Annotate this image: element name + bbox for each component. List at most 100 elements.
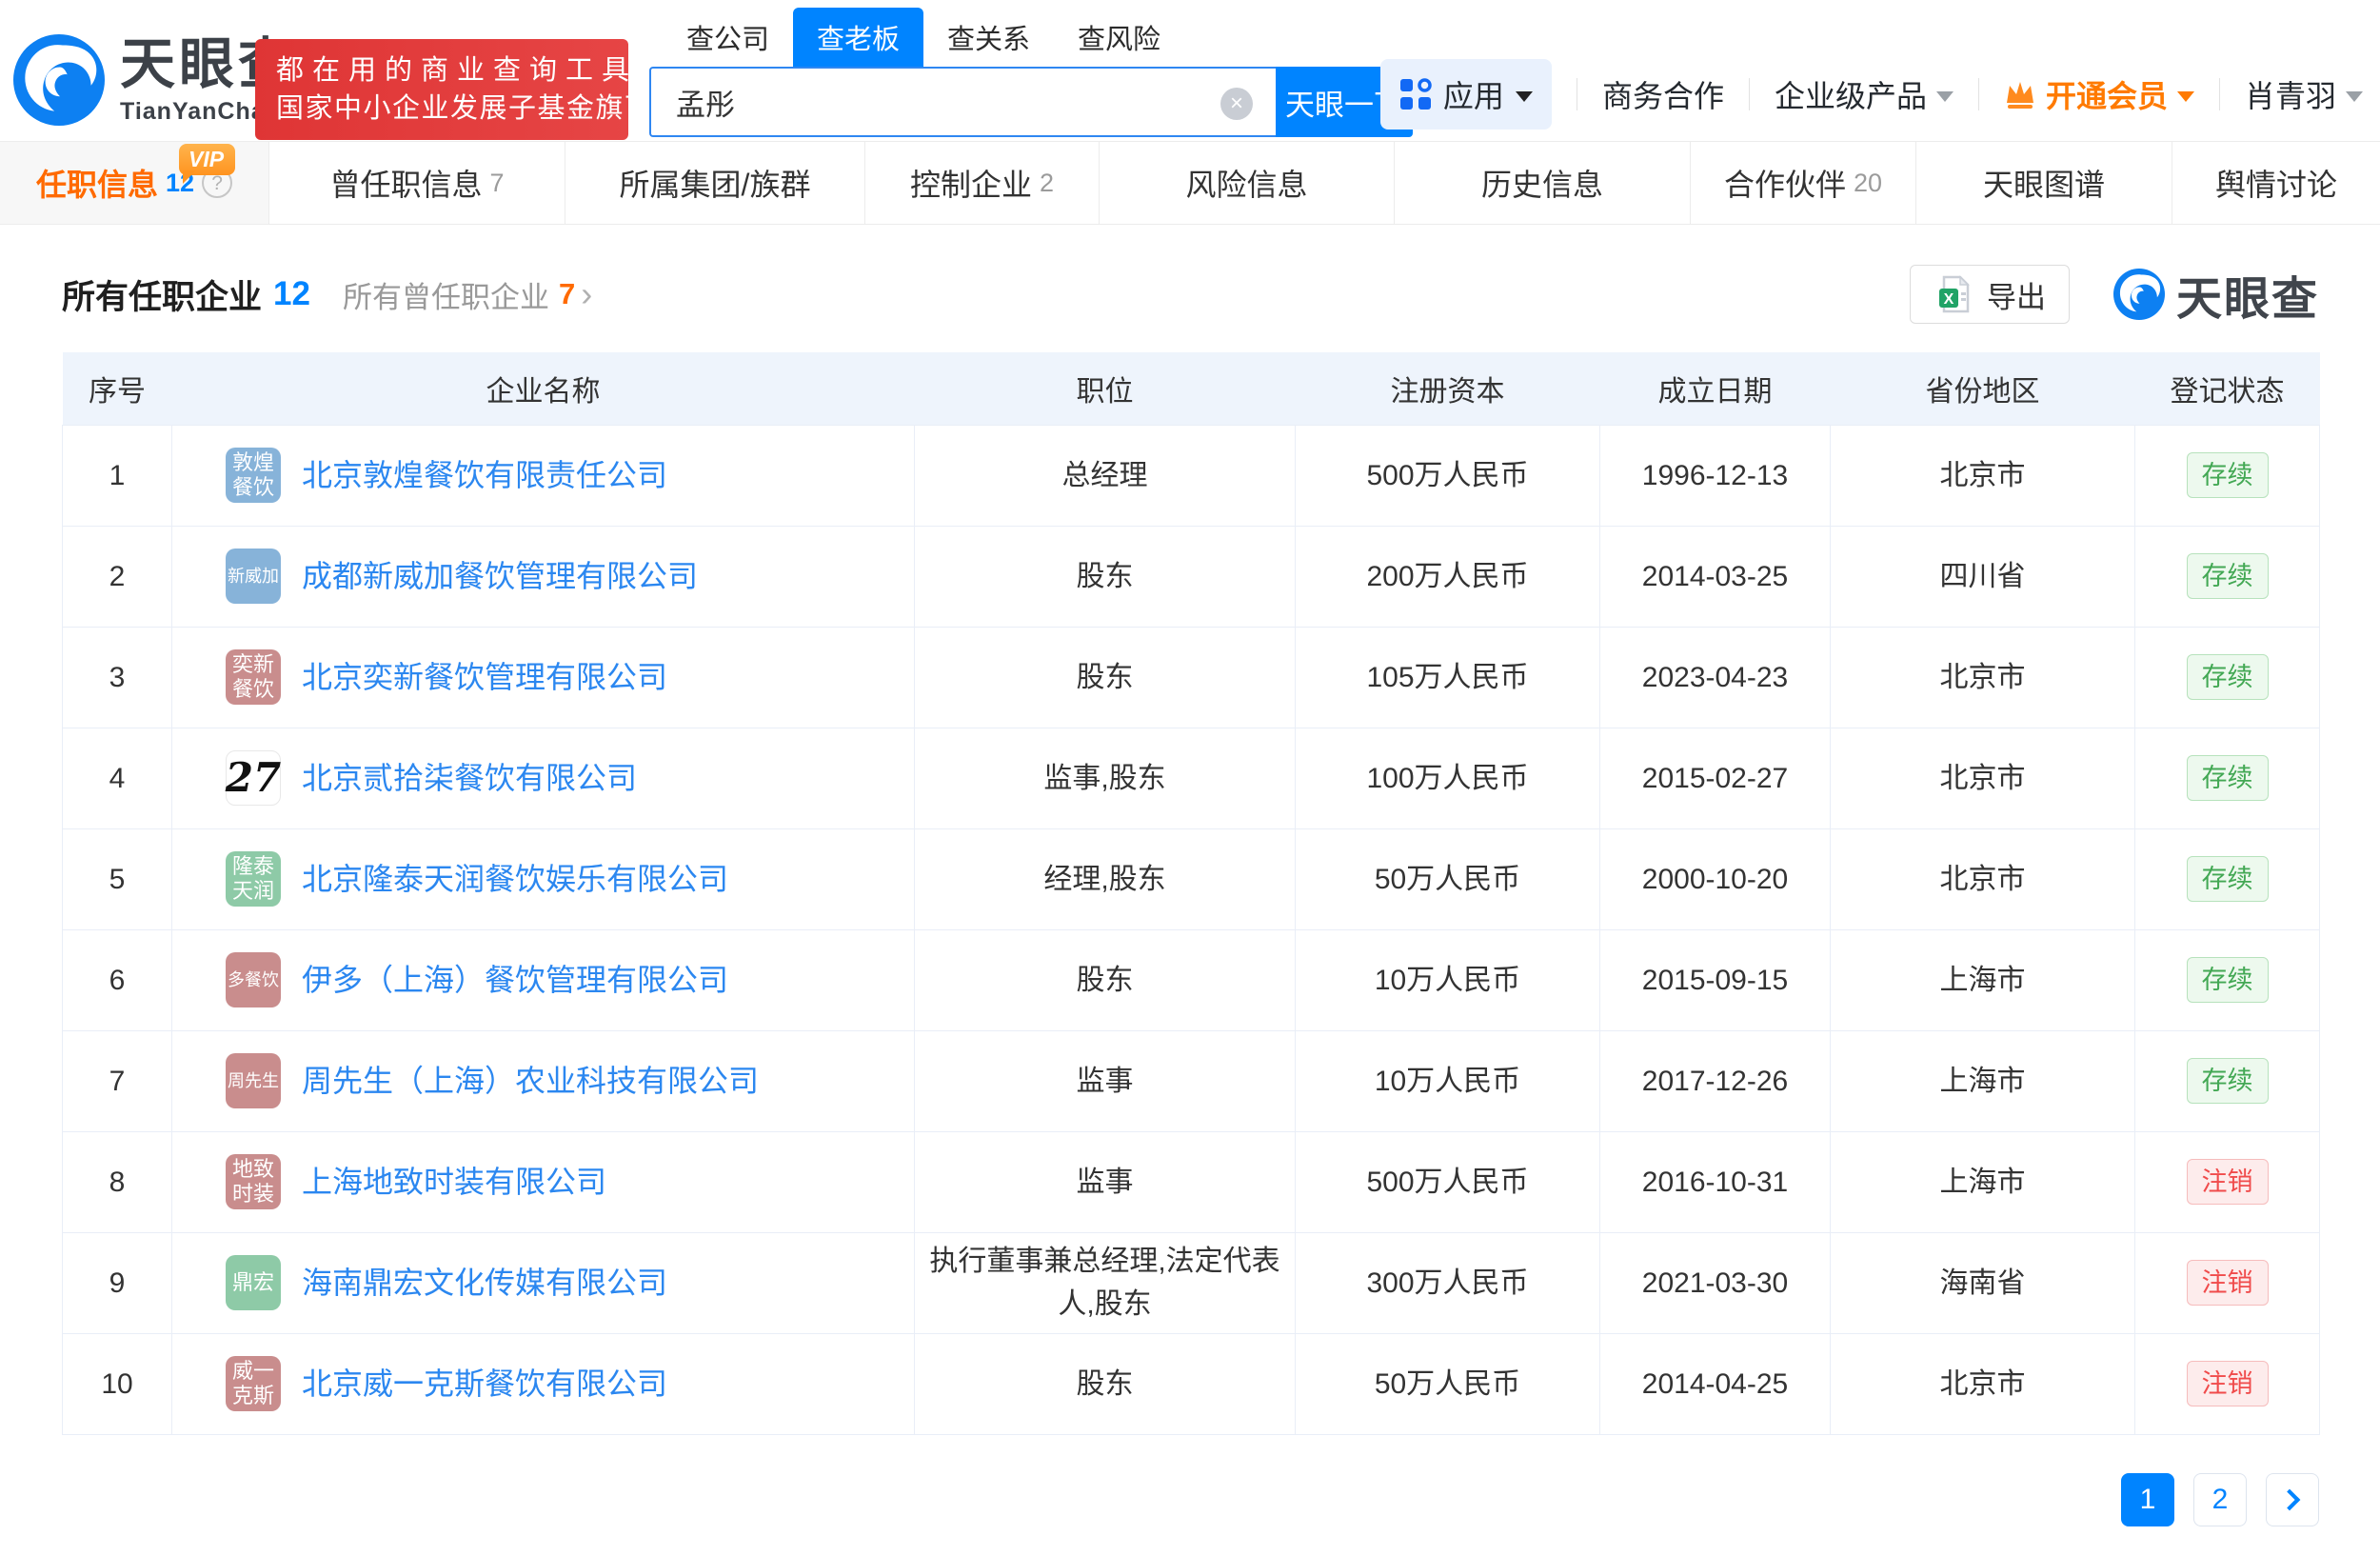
cell-status: 注销 — [2134, 1332, 2320, 1435]
page-button-1[interactable]: 1 — [2121, 1472, 2174, 1526]
company-link[interactable]: 成都新威加餐饮管理有限公司 — [302, 553, 698, 599]
cell-capital: 50万人民币 — [1295, 828, 1600, 930]
tab-任职信息[interactable]: 任职信息 12? VIP — [0, 142, 269, 224]
tab-曾任职信息[interactable]: 曾任职信息 7 — [269, 142, 565, 224]
status-badge: 注销 — [2186, 1159, 2269, 1205]
slogan-line1: 都在用的商业查询工具 — [276, 55, 639, 86]
cell-status: 存续 — [2134, 626, 2320, 728]
nav-open-membership[interactable]: 开通会员 — [2004, 72, 2194, 116]
cell-status: 存续 — [2134, 828, 2320, 930]
cell-company: 鼎宏 海南鼎宏文化传媒有限公司 — [171, 1231, 915, 1334]
search-area: 查公司查老板查关系查风险 × 天眼一下 — [649, 8, 1413, 137]
user-menu[interactable]: 肖青羽 — [2245, 72, 2363, 116]
former-positions-label: 所有曾任职企业 — [342, 280, 549, 314]
company-link[interactable]: 北京贰拾柒餐饮有限公司 — [302, 755, 637, 801]
company-logo-text: 敦煌 — [231, 450, 274, 474]
cell-province: 北京市 — [1830, 424, 2135, 527]
export-button[interactable]: X 导出 — [1909, 265, 2070, 324]
cell-no: 3 — [62, 626, 172, 728]
search-tab-查老板[interactable]: 查老板 — [793, 8, 924, 67]
cell-no: 7 — [62, 1029, 172, 1132]
nav-enterprise-label: 企业级产品 — [1774, 79, 1927, 113]
watermark-logo: 天眼查 — [2112, 261, 2319, 328]
company-logo: 周先生 — [226, 1053, 281, 1108]
company-logo: 隆泰 天润 — [226, 851, 281, 907]
cell-company: 隆泰 天润 北京隆泰天润餐饮娱乐有限公司 — [171, 828, 915, 930]
cell-date: 2017-12-26 — [1599, 1029, 1831, 1132]
cell-position: 股东 — [914, 928, 1296, 1031]
company-link[interactable]: 北京敦煌餐饮有限责任公司 — [302, 452, 667, 498]
next-page-button[interactable] — [2266, 1472, 2319, 1526]
cell-date: 2015-02-27 — [1599, 727, 1831, 829]
tab-控制企业[interactable]: 控制企业 2 — [865, 142, 1100, 224]
search-tab-查公司[interactable]: 查公司 — [663, 8, 793, 67]
cell-position: 经理,股东 — [914, 828, 1296, 930]
company-link[interactable]: 北京奕新餐饮管理有限公司 — [302, 654, 667, 700]
apps-menu[interactable]: 应用 — [1379, 59, 1552, 130]
tab-count: 7 — [489, 168, 505, 197]
company-link[interactable]: 上海地致时装有限公司 — [302, 1159, 606, 1205]
company-logo-text: 隆泰 — [231, 854, 274, 878]
tab-label: 控制企业 — [909, 168, 1032, 202]
cell-company: 奕新 餐饮 北京奕新餐饮管理有限公司 — [171, 626, 915, 728]
page: 天眼查 TianYanCha.com 都在用的商业查询工具 国家中小企业发展子基… — [0, 0, 2380, 1556]
tab-合作伙伴[interactable]: 合作伙伴 20 — [1691, 142, 1916, 224]
company-logo: 鼎宏 — [226, 1255, 281, 1310]
page-button-2[interactable]: 2 — [2193, 1472, 2247, 1526]
company-link[interactable]: 伊多（上海）餐饮管理有限公司 — [302, 957, 728, 1003]
company-logo: 27 — [226, 750, 281, 806]
clear-search-icon[interactable]: × — [1220, 88, 1253, 120]
company-link[interactable]: 北京威一克斯餐饮有限公司 — [302, 1361, 667, 1406]
search-tab-查风险[interactable]: 查风险 — [1054, 8, 1184, 67]
tab-label: 曾任职信息 — [329, 168, 483, 202]
table-row: 3 奕新 餐饮 北京奕新餐饮管理有限公司 股东 105万人民币 2023-04-23 北京市存… — [62, 626, 2320, 728]
tab-历史信息[interactable]: 历史信息 — [1395, 142, 1691, 224]
cell-status: 存续 — [2134, 525, 2320, 628]
cell-capital: 100万人民币 — [1295, 727, 1600, 829]
slogan-line2: 国家中小企业发展子基金旗下机构 — [276, 93, 712, 124]
company-link[interactable]: 周先生（上海）农业科技有限公司 — [302, 1058, 759, 1104]
top-nav: 应用 商务合作 企业级产品 开通会员 肖青羽 — [1379, 59, 2363, 130]
former-positions-link[interactable]: 所有曾任职企业 7 › — [343, 273, 592, 316]
company-link[interactable]: 北京隆泰天润餐饮娱乐有限公司 — [302, 856, 728, 902]
cell-capital: 105万人民币 — [1295, 626, 1600, 728]
nav-divider — [1748, 78, 1750, 110]
search-box: × 天眼一下 — [649, 67, 1413, 137]
company-logo: 多餐饮 — [226, 952, 281, 1007]
company-link[interactable]: 海南鼎宏文化传媒有限公司 — [302, 1260, 667, 1306]
cell-company: 周先生 周先生（上海）农业科技有限公司 — [171, 1029, 915, 1132]
nav-divider — [2218, 78, 2220, 110]
cell-capital: 300万人民币 — [1295, 1231, 1600, 1334]
status-badge: 存续 — [2186, 957, 2269, 1003]
tab-风险信息[interactable]: 风险信息 — [1100, 142, 1395, 224]
cell-company: 新威加 成都新威加餐饮管理有限公司 — [171, 525, 915, 628]
pagination: 12 — [0, 1472, 2319, 1526]
membership-label: 开通会员 — [2045, 79, 2168, 113]
search-tab-查关系[interactable]: 查关系 — [923, 8, 1054, 67]
table-row: 7 周先生 周先生（上海）农业科技有限公司 监事 10万人民币 2017-12-26 上海市… — [62, 1029, 2320, 1132]
section-count: 12 — [273, 275, 310, 312]
nav-enterprise-products[interactable]: 企业级产品 — [1775, 72, 1954, 116]
cell-position: 股东 — [914, 525, 1296, 628]
cell-date: 1996-12-13 — [1599, 424, 1831, 527]
tab-舆情讨论[interactable]: 舆情讨论 — [2172, 142, 2380, 224]
cell-province: 上海市 — [1830, 1029, 2135, 1132]
nav-business-cooperation[interactable]: 商务合作 — [1602, 72, 1724, 116]
col-header-position: 职位 — [914, 352, 1296, 425]
cell-company: 敦煌 餐饮 北京敦煌餐饮有限责任公司 — [171, 424, 915, 527]
cell-capital: 200万人民币 — [1295, 525, 1600, 628]
cell-company: 威一 克斯 北京威一克斯餐饮有限公司 — [171, 1332, 915, 1435]
cell-capital: 50万人民币 — [1295, 1332, 1600, 1435]
cell-province: 北京市 — [1830, 1332, 2135, 1435]
watermark-logo-icon — [2112, 269, 2165, 320]
search-input[interactable] — [649, 67, 1276, 137]
company-cell-content: 多餐饮 伊多（上海）餐饮管理有限公司 — [226, 952, 901, 1007]
cell-date: 2014-03-25 — [1599, 525, 1831, 628]
company-logo-text: 天润 — [231, 879, 274, 903]
tab-所属集团/族群[interactable]: 所属集团/族群 — [565, 142, 865, 224]
cell-no: 5 — [62, 828, 172, 930]
tab-天眼图谱[interactable]: 天眼图谱 — [1916, 142, 2172, 224]
table-header-row: 序号 企业名称 职位 注册资本 成立日期 省份地区 登记状态 — [62, 352, 2320, 425]
enterprise-caret-icon — [1935, 90, 1954, 102]
tab-count: 2 — [1039, 168, 1055, 197]
